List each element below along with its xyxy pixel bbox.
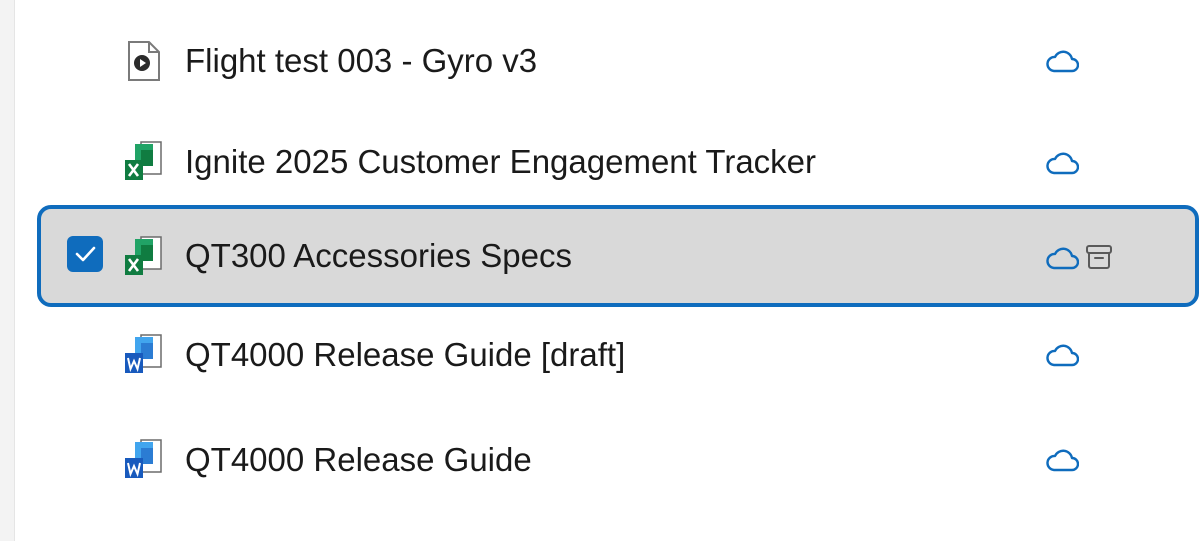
cloud-icon — [1046, 449, 1079, 472]
file-name[interactable]: QT4000 Release Guide — [185, 440, 532, 480]
file-name[interactable]: QT4000 Release Guide [draft] — [185, 335, 625, 375]
word-file-icon — [125, 334, 162, 373]
word-file-icon — [125, 439, 162, 478]
cloud-icon — [1046, 50, 1079, 73]
file-name[interactable]: Ignite 2025 Customer Engagement Tracker — [185, 142, 816, 182]
file-row-flight-test[interactable]: Flight test 003 - Gyro v3 — [37, 10, 1199, 112]
file-row-qt300-specs[interactable]: QT300 Accessories Specs — [37, 205, 1199, 307]
file-name[interactable]: Flight test 003 - Gyro v3 — [185, 41, 537, 81]
excel-file-icon — [125, 141, 162, 180]
video-file-icon — [128, 41, 160, 81]
file-name[interactable]: QT300 Accessories Specs — [185, 236, 572, 276]
select-checkbox[interactable] — [67, 236, 103, 272]
cloud-icon — [1046, 344, 1079, 367]
file-row-qt4000-draft[interactable]: QT4000 Release Guide [draft] — [37, 305, 1199, 407]
file-row-qt4000-guide[interactable]: QT4000 Release Guide — [37, 410, 1199, 512]
file-row-ignite-tracker[interactable]: Ignite 2025 Customer Engagement Tracker — [37, 110, 1199, 212]
excel-file-icon — [125, 236, 162, 275]
file-list: Flight test 003 - Gyro v3 Ignite 2025 Cu… — [14, 0, 1201, 541]
cloud-icon — [1046, 152, 1079, 175]
cloud-icon — [1046, 247, 1079, 270]
checkmark-icon — [75, 246, 96, 262]
archive-icon[interactable] — [1085, 244, 1113, 270]
